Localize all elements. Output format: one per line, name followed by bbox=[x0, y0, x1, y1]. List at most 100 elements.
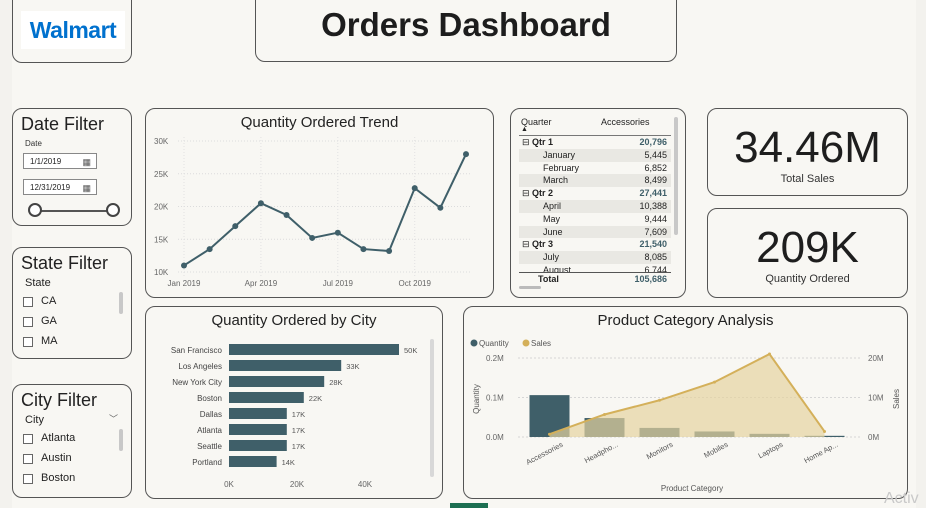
trend-point[interactable] bbox=[309, 234, 316, 241]
city-bar[interactable] bbox=[229, 376, 325, 387]
trend-point[interactable] bbox=[257, 200, 264, 207]
category-x-tick: Monitors bbox=[645, 440, 675, 462]
end-date-value: 12/31/2019 bbox=[30, 183, 71, 192]
collapse-icon[interactable]: ⊟ bbox=[519, 137, 532, 147]
checkbox[interactable] bbox=[23, 474, 33, 484]
category-x-tick: Laptops bbox=[757, 440, 785, 461]
city-option[interactable]: Boston bbox=[41, 472, 75, 484]
matrix-row-value: 27,441 bbox=[639, 188, 667, 199]
sales-point[interactable] bbox=[823, 429, 826, 433]
city-bar[interactable] bbox=[229, 456, 277, 467]
matrix-row-value: 7,609 bbox=[644, 226, 667, 237]
city-data-label: 22K bbox=[309, 394, 322, 403]
city-option[interactable]: Atlanta bbox=[41, 432, 75, 444]
category-x-tick: Accessories bbox=[525, 440, 565, 467]
matrix-month-row: February 6,852 bbox=[519, 162, 671, 175]
city-bar[interactable] bbox=[229, 392, 304, 403]
total-sales-label: Total Sales bbox=[780, 173, 835, 185]
city-category-label: New York City bbox=[172, 378, 222, 387]
matrix-row-label: May bbox=[543, 213, 561, 224]
city-option[interactable]: Austin bbox=[41, 452, 72, 464]
end-date-input[interactable]: 12/31/2019 ▦ bbox=[23, 179, 97, 195]
page-tab-indicator[interactable] bbox=[450, 503, 488, 508]
calendar-icon[interactable]: ▦ bbox=[82, 180, 91, 196]
city-x-tick: 0K bbox=[224, 480, 234, 489]
trend-point[interactable] bbox=[437, 204, 444, 211]
trend-point[interactable] bbox=[232, 223, 239, 230]
date-slider-start-handle[interactable] bbox=[28, 203, 42, 217]
city-bar[interactable] bbox=[229, 360, 342, 371]
trend-point[interactable] bbox=[283, 212, 290, 219]
matrix-quarter-row[interactable]: ⊟ Qtr 3 21,540 bbox=[519, 238, 671, 251]
sales-point[interactable] bbox=[603, 412, 606, 416]
quantity-ordered-label: Quantity Ordered bbox=[765, 273, 850, 285]
state-option[interactable]: GA bbox=[41, 315, 57, 327]
state-filter-label: State bbox=[25, 277, 51, 289]
calendar-icon[interactable]: ▦ bbox=[82, 154, 91, 170]
matrix-quarter-row[interactable]: ⊟ Qtr 1 20,796 bbox=[519, 136, 671, 149]
state-option[interactable]: CA bbox=[41, 295, 56, 307]
category-combo-chart: Quantity Sales 0.0M 0.1M 0.2M 0M 10M 20M Quantit… bbox=[470, 339, 901, 493]
date-filter-title: Date Filter bbox=[21, 114, 105, 134]
date-slider-track[interactable] bbox=[37, 210, 113, 212]
city-bar[interactable] bbox=[229, 408, 287, 419]
matrix-row-label: ⊟ Qtr 3 bbox=[519, 238, 619, 251]
trend-point[interactable] bbox=[181, 262, 187, 269]
city-data-label: 17K bbox=[292, 442, 305, 451]
sales-point[interactable] bbox=[768, 352, 771, 356]
date-slider-end-handle[interactable] bbox=[106, 203, 120, 217]
sales-point[interactable] bbox=[658, 398, 661, 402]
trend-y-tick: 20K bbox=[154, 203, 169, 212]
category-x-tick: Headpho... bbox=[583, 440, 620, 465]
city-chart-card: Quantity Ordered by City San Francisco 50… bbox=[145, 306, 443, 499]
city-category-label: Atlanta bbox=[197, 426, 222, 435]
city-list-scrollbar[interactable] bbox=[119, 429, 123, 451]
legend-marker bbox=[470, 339, 478, 347]
chevron-down-icon[interactable]: ﹀ bbox=[109, 412, 118, 425]
city-bar[interactable] bbox=[229, 344, 399, 355]
state-list-scrollbar[interactable] bbox=[119, 292, 123, 314]
activation-watermark: Activ bbox=[884, 490, 919, 507]
matrix-horizontal-scrollbar[interactable] bbox=[519, 286, 541, 289]
sales-point[interactable] bbox=[548, 432, 551, 436]
sales-point[interactable] bbox=[713, 380, 716, 384]
checkbox[interactable] bbox=[23, 337, 33, 347]
city-category-label: Boston bbox=[197, 394, 222, 403]
sales-area bbox=[549, 354, 825, 437]
trend-point[interactable] bbox=[386, 248, 393, 255]
city-chart-scrollbar[interactable] bbox=[430, 339, 434, 477]
category-x-tick: Mobiles bbox=[702, 440, 729, 460]
checkbox[interactable] bbox=[23, 454, 33, 464]
trend-point[interactable] bbox=[360, 246, 367, 253]
matrix-row-label: June bbox=[543, 226, 563, 237]
matrix-row-label: ⊟ Qtr 2 bbox=[519, 187, 619, 200]
checkbox[interactable] bbox=[23, 297, 33, 307]
city-bar[interactable] bbox=[229, 424, 287, 435]
trend-y-tick: 15K bbox=[154, 235, 169, 244]
city-data-label: 33K bbox=[346, 362, 359, 371]
state-option[interactable]: MA bbox=[41, 335, 58, 347]
trend-point[interactable] bbox=[206, 246, 213, 253]
matrix-total-value: 105,686 bbox=[634, 274, 667, 284]
collapse-icon[interactable]: ⊟ bbox=[519, 239, 532, 249]
trend-point[interactable] bbox=[411, 185, 418, 192]
page-title: Orders Dashboard bbox=[321, 6, 611, 43]
collapse-icon[interactable]: ⊟ bbox=[519, 188, 532, 198]
matrix-body: ⊟ Qtr 1 20,796 January 5,445 February 6,852 Ma… bbox=[519, 136, 671, 276]
start-date-input[interactable]: 1/1/2019 ▦ bbox=[23, 153, 97, 169]
trend-point[interactable] bbox=[463, 151, 469, 158]
matrix-month-row: January 5,445 bbox=[519, 148, 671, 162]
trend-y-tick: 30K bbox=[154, 137, 169, 146]
category-y-right-tick: 20M bbox=[868, 354, 884, 363]
city-bar[interactable] bbox=[229, 440, 287, 451]
category-chart-card: Product Category Analysis Quantity Sales 0… bbox=[463, 306, 908, 499]
matrix-total-label: Total bbox=[538, 274, 559, 284]
checkbox[interactable] bbox=[23, 434, 33, 444]
matrix-vertical-scrollbar[interactable] bbox=[674, 117, 678, 235]
matrix-quarter-row[interactable]: ⊟ Qtr 2 27,441 bbox=[519, 187, 671, 200]
city-data-label: 17K bbox=[292, 410, 305, 419]
checkbox[interactable] bbox=[23, 317, 33, 327]
matrix-row-value: 6,852 bbox=[644, 162, 667, 173]
matrix-month-row: April 10,388 bbox=[519, 199, 671, 213]
trend-point[interactable] bbox=[334, 229, 341, 236]
